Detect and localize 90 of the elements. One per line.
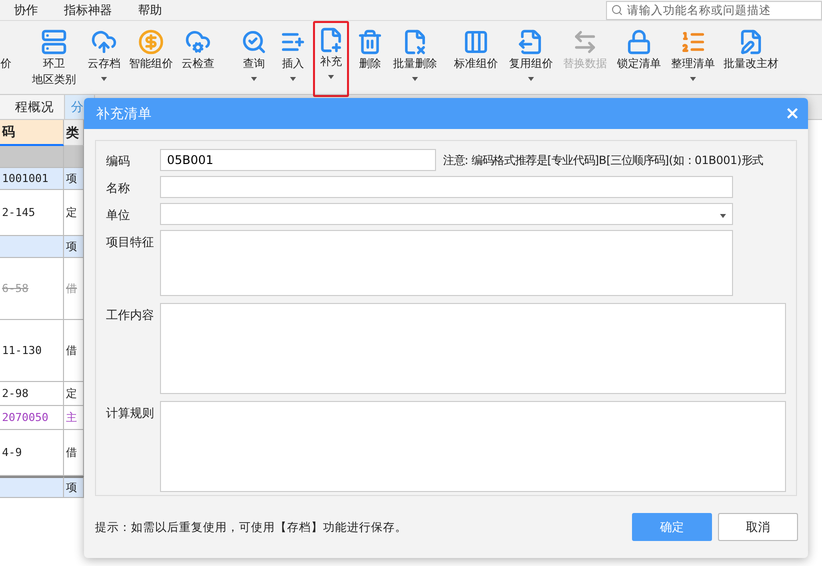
dialog-title: 补充清单 <box>96 104 152 122</box>
toolbar-button[interactable]: 删除 <box>352 27 388 93</box>
input-field[interactable] <box>160 176 733 198</box>
list-icon <box>680 29 706 55</box>
button-label: 删除 <box>359 57 381 71</box>
field-label: 名称 <box>106 180 131 197</box>
table-cell: 定 <box>64 382 84 406</box>
coin-icon <box>138 29 164 55</box>
field-label: 编码 <box>106 153 131 170</box>
document-add-icon <box>318 27 344 53</box>
table-cell: 项 <box>64 236 84 258</box>
table-cell <box>0 146 64 168</box>
search-icon <box>611 4 623 16</box>
swap-icon <box>572 29 598 55</box>
text-area[interactable] <box>160 303 786 394</box>
cloud-icon <box>185 29 211 55</box>
hint-text: 提示：如需以后重复使用，可使用【存档】功能进行保存。 <box>95 520 407 534</box>
cloud-upload-icon <box>91 29 117 55</box>
table-cell <box>0 476 64 498</box>
menu-item[interactable]: 协作 <box>14 2 38 18</box>
table-cell: 6-58 <box>0 258 64 320</box>
button-label: 标准组价 <box>454 57 498 71</box>
trash-icon <box>357 29 383 55</box>
toolbar-button[interactable]: 复用组价 <box>504 27 558 93</box>
input-field[interactable]: 05B001 <box>160 149 436 171</box>
toolbar-button[interactable]: 整理清单 <box>666 27 720 93</box>
button-label: 环卫 <box>43 57 65 71</box>
text-area[interactable] <box>160 230 733 296</box>
button-label: 整理清单 <box>671 57 715 71</box>
table-cell: 1001001 <box>0 168 64 190</box>
lock-icon <box>626 29 652 55</box>
toolbar-button[interactable]: 云检查 <box>176 27 220 93</box>
text-area[interactable] <box>160 401 786 492</box>
button-label: 查询 <box>243 57 265 71</box>
table-cell: 项 <box>64 476 84 498</box>
field-label: 单位 <box>106 207 131 224</box>
column-header: 码 <box>0 120 64 146</box>
server-icon <box>41 29 67 55</box>
dropdown-field[interactable] <box>160 203 733 225</box>
button-label: 批量删除 <box>393 57 437 71</box>
table-cell: 借 <box>64 430 84 476</box>
button-label: 智能组价 <box>129 57 173 71</box>
table-cell: 借 <box>64 258 84 320</box>
menu-item[interactable]: 指标神器 <box>64 2 112 18</box>
tab[interactable]: 程概况 <box>0 95 65 119</box>
table-cell: 项 <box>64 168 84 190</box>
document-export-icon <box>518 29 544 55</box>
format-note: 注意: 编码格式推荐是[专业代码]B[三位顺序码](如：01B001)形式 <box>443 153 763 168</box>
columns-icon <box>463 29 489 55</box>
button-label: 云检查 <box>182 57 214 71</box>
menu-item[interactable]: 帮助 <box>138 2 162 18</box>
toolbar-button[interactable]: 标准组价 <box>448 27 504 93</box>
table-cell: 11-130 <box>0 320 64 382</box>
toolbar-button[interactable]: 批量删除 <box>388 27 442 93</box>
table-cell <box>0 236 64 258</box>
field-label: 计算规则 <box>106 405 155 422</box>
field-label: 项目特征 <box>106 234 155 251</box>
table-cell: 借 <box>64 320 84 382</box>
button-label: 复用组价 <box>509 57 553 71</box>
document-edit-icon <box>738 29 764 55</box>
button-label: 地区类别 <box>32 73 76 87</box>
toolbar-button[interactable]: 查询 <box>232 27 276 93</box>
table-cell: 主 <box>64 406 84 430</box>
toolbar-button[interactable]: 环卫 地区类别 <box>26 27 82 93</box>
table-cell: 4-9 <box>0 430 64 476</box>
search-icon <box>241 29 267 55</box>
button-label: 价 <box>0 57 12 71</box>
field-label: 工作内容 <box>106 307 155 324</box>
table-cell: 2-145 <box>0 190 64 236</box>
toolbar-button[interactable]: 智能组价 <box>126 27 176 93</box>
caret-icon <box>720 214 726 218</box>
button-label: 批量改主材 <box>724 57 778 71</box>
button-label: 补充 <box>320 55 342 69</box>
toolbar-button[interactable]: 插入 <box>276 27 310 93</box>
cancel-button[interactable]: 取消 <box>718 513 798 541</box>
toolbar-button[interactable]: 批量改主材 <box>720 27 782 93</box>
button-label: 云存档 <box>88 57 120 71</box>
toolbar-button[interactable]: 云存档 <box>82 27 126 93</box>
toolbar-button[interactable]: 价 <box>0 27 12 93</box>
search-field[interactable]: 请输入功能名称或问题描述 <box>606 0 822 20</box>
button-label: 替换数据 <box>563 57 607 71</box>
column-header: 类 <box>64 120 84 146</box>
table-cell: 2-98 <box>0 382 64 406</box>
table-cell <box>64 146 84 168</box>
toolbar-button[interactable]: 锁定清单 <box>612 27 666 93</box>
button-label: 插入 <box>282 57 304 71</box>
table-cell: 2070050 <box>0 406 64 430</box>
document-delete-icon <box>402 29 428 55</box>
table-cell: 定 <box>64 190 84 236</box>
button-label: 锁定清单 <box>617 57 661 71</box>
